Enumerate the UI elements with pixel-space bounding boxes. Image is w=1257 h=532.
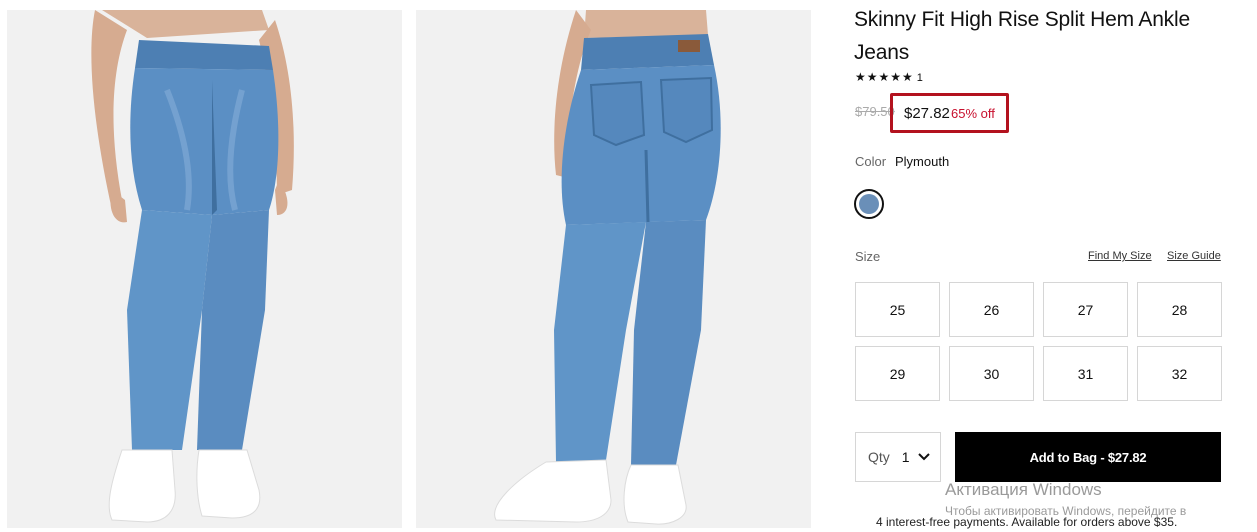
- size-option[interactable]: 31: [1043, 346, 1128, 401]
- size-option[interactable]: 27: [1043, 282, 1128, 337]
- size-option[interactable]: 32: [1137, 346, 1222, 401]
- rating-count: 1: [916, 72, 923, 84]
- product-image-front[interactable]: [7, 10, 402, 528]
- size-option[interactable]: 26: [949, 282, 1034, 337]
- product-title: Skinny Fit High Rise Split Hem Ankle Jea…: [854, 8, 1190, 64]
- size-option[interactable]: 25: [855, 282, 940, 337]
- jeans-back-illustration: [416, 10, 811, 528]
- size-option[interactable]: 28: [1137, 282, 1222, 337]
- discount-label: 65% off: [951, 106, 995, 121]
- chevron-down-icon: [917, 453, 930, 461]
- qty-value: 1: [901, 449, 910, 465]
- size-guide-link[interactable]: Size Guide: [1167, 250, 1221, 262]
- price-original-wrap: $79.50: [855, 104, 895, 119]
- price-original: $79.50: [855, 104, 895, 119]
- windows-activation-watermark: Активация Windows Чтобы активировать Win…: [945, 480, 1186, 518]
- watermark-title: Активация Windows: [945, 480, 1102, 499]
- price-current: $27.82: [904, 105, 950, 122]
- color-swatch-plymouth[interactable]: [854, 189, 884, 219]
- qty-label: Qty: [868, 449, 890, 465]
- jeans-front-illustration: [7, 10, 402, 528]
- product-image-back[interactable]: [416, 10, 811, 528]
- installments-note: 4 interest-free payments. Available for …: [876, 515, 1178, 529]
- size-grid: 25 26 27 28 29 30 31 32: [855, 282, 1222, 401]
- quantity-select[interactable]: Qty 1: [855, 432, 941, 482]
- size-option[interactable]: 30: [949, 346, 1034, 401]
- size-option[interactable]: 29: [855, 346, 940, 401]
- size-label: Size: [855, 249, 881, 264]
- find-my-size-link[interactable]: Find My Size: [1088, 250, 1152, 262]
- swatch-fill: [859, 194, 879, 214]
- add-to-bag-button[interactable]: Add to Bag - $27.82: [955, 432, 1221, 482]
- star-icon: ★★★★★: [855, 70, 914, 84]
- product-rating[interactable]: ★★★★★ 1: [855, 70, 923, 84]
- color-value: Plymouth: [895, 154, 950, 169]
- color-label: Color: [855, 154, 887, 169]
